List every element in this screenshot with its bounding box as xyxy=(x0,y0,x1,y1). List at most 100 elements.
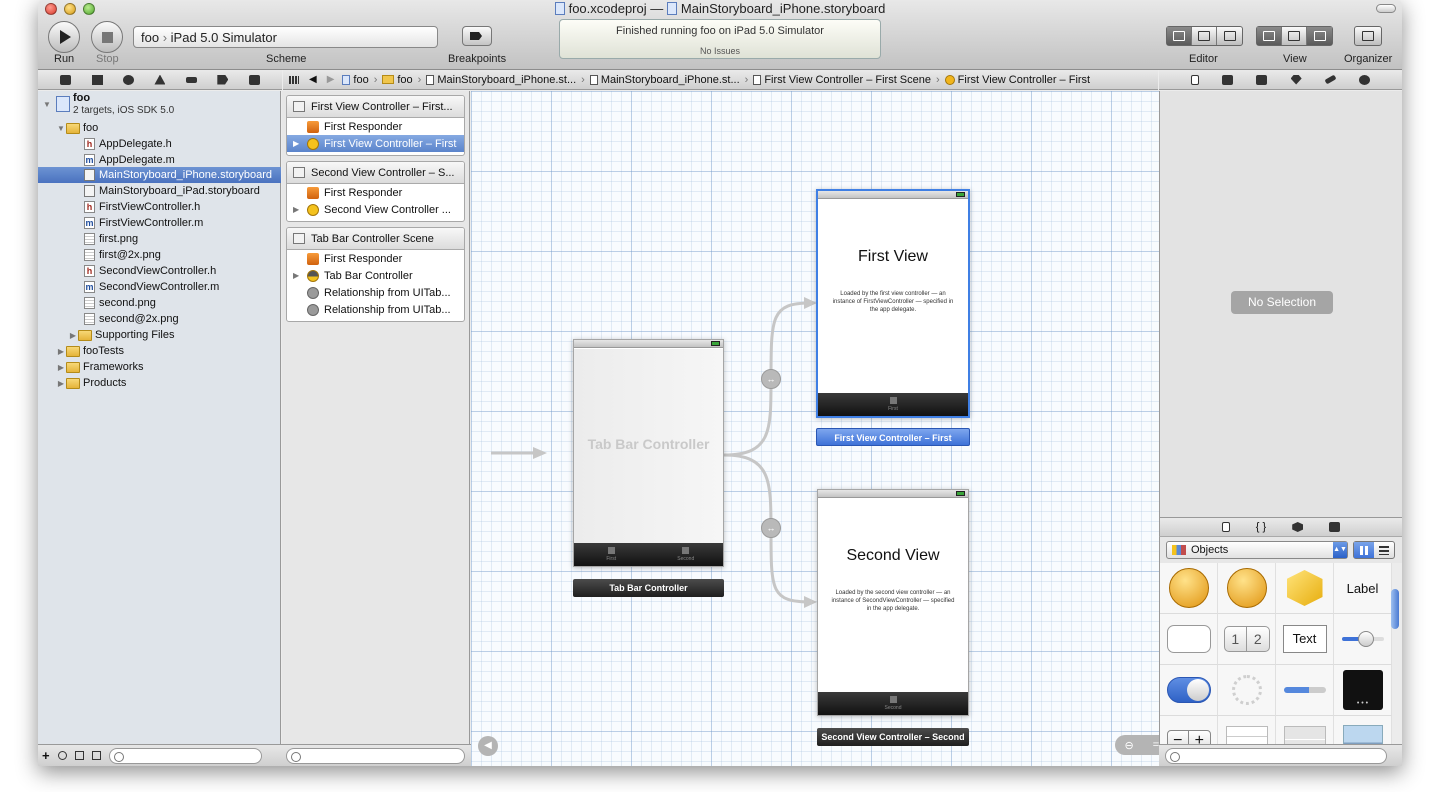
library-filter-field[interactable] xyxy=(1165,747,1387,764)
code-snippet-library-icon[interactable]: { } xyxy=(1256,521,1266,533)
jump-item-view-controller[interactable]: First View Controller – First xyxy=(944,74,1090,86)
disclosure-closed-icon[interactable]: ▶ xyxy=(56,363,66,372)
library-item-object[interactable] xyxy=(1218,563,1276,614)
outline-filter-field[interactable] xyxy=(286,747,465,764)
connections-inspector-icon[interactable] xyxy=(1359,74,1371,85)
outline-row[interactable]: First Responder xyxy=(287,184,464,201)
run-button[interactable] xyxy=(48,21,80,53)
outline-row[interactable]: ▶ Second View Controller ... xyxy=(287,201,464,218)
disclosure-closed-icon[interactable]: ▶ xyxy=(56,379,66,388)
disclosure-closed-icon[interactable]: ▶ xyxy=(56,347,66,356)
stop-button[interactable] xyxy=(91,21,123,53)
outline-row-selected[interactable]: ▶ First View Controller – First xyxy=(287,135,464,152)
tree-item-file[interactable]: second@2x.png xyxy=(38,311,281,327)
tree-item-file[interactable]: first@2x.png xyxy=(38,247,281,263)
library-item-activity-indicator[interactable] xyxy=(1218,665,1276,716)
standard-editor-button[interactable] xyxy=(1167,27,1192,45)
scene-header[interactable]: Second View Controller – S... xyxy=(287,162,464,184)
outline-row[interactable]: Relationship from UITab... xyxy=(287,284,464,301)
tree-item-file[interactable]: m AppDelegate.m xyxy=(38,152,281,168)
library-item-round-rect-button[interactable] xyxy=(1160,614,1218,665)
tree-item-file[interactable]: h AppDelegate.h xyxy=(38,136,281,152)
project-root-row[interactable]: ▼ foo 2 targets, iOS SDK 5.0 xyxy=(38,91,281,123)
tree-item-footests[interactable]: ▶ fooTests xyxy=(38,343,281,359)
tree-item-products[interactable]: ▶ Products xyxy=(38,375,281,391)
jump-item-project[interactable]: foo xyxy=(342,74,369,86)
disclosure-closed-icon[interactable]: ▶ xyxy=(293,271,302,280)
grid-view-icon[interactable] xyxy=(1354,542,1374,558)
outline-row[interactable]: ▶ Tab Bar Controller xyxy=(287,267,464,284)
library-item-view-controller[interactable] xyxy=(1160,563,1218,614)
first-view-controller-label[interactable]: First View Controller – First xyxy=(816,428,970,446)
tree-item-file[interactable]: first.png xyxy=(38,231,281,247)
scene-header[interactable]: First View Controller – First... xyxy=(287,96,464,118)
zoom-out-icon[interactable]: ⊖ xyxy=(1125,739,1134,752)
size-inspector-icon[interactable] xyxy=(1324,74,1337,85)
tree-item-file[interactable]: MainStoryboard_iPad.storyboard xyxy=(38,183,281,199)
object-library-icon[interactable] xyxy=(1292,522,1304,532)
project-navigator-icon[interactable] xyxy=(60,74,72,85)
tab-bar-controller-label[interactable]: Tab Bar Controller xyxy=(573,579,724,597)
tab-item-second[interactable]: Second xyxy=(818,692,968,715)
tree-item-frameworks[interactable]: ▶ Frameworks xyxy=(38,359,281,375)
identity-inspector-icon[interactable] xyxy=(1256,74,1268,85)
library-item-image-view[interactable] xyxy=(1334,716,1392,744)
unsaved-files-icon[interactable] xyxy=(91,751,101,760)
second-view-controller-label[interactable]: Second View Controller – Second xyxy=(817,728,969,746)
library-item-segmented-control[interactable]: 12 xyxy=(1218,614,1276,665)
disclosure-closed-icon[interactable]: ▶ xyxy=(68,331,78,340)
scene-header[interactable]: Tab Bar Controller Scene xyxy=(287,228,464,250)
library-filter-select[interactable]: Objects ▲▼ xyxy=(1166,541,1348,559)
symbol-navigator-icon[interactable] xyxy=(91,74,103,85)
tab-item-second[interactable]: Second xyxy=(649,543,724,566)
attributes-inspector-icon[interactable] xyxy=(1290,74,1302,85)
organizer-button[interactable] xyxy=(1354,26,1382,46)
library-item-stepper[interactable]: − + xyxy=(1160,716,1218,744)
media-library-icon[interactable] xyxy=(1329,522,1341,532)
tree-item-file[interactable]: second.png xyxy=(38,295,281,311)
toggle-debug-area-button[interactable] xyxy=(1282,27,1307,45)
outline-row[interactable]: Relationship from UITab... xyxy=(287,301,464,318)
scm-status-icon[interactable] xyxy=(74,751,84,760)
log-navigator-icon[interactable] xyxy=(248,74,260,85)
library-item-table-view-cell[interactable] xyxy=(1276,716,1334,744)
breakpoints-button[interactable] xyxy=(462,26,492,46)
segue-relationship-second[interactable]: ↔ xyxy=(761,518,781,538)
related-items-icon[interactable] xyxy=(289,75,299,84)
library-item-cube[interactable] xyxy=(1276,563,1334,614)
library-item-page-control[interactable] xyxy=(1334,665,1392,716)
disclosure-open-icon[interactable]: ▼ xyxy=(56,124,66,133)
tree-item-file-selected[interactable]: MainStoryboard_iPhone.storyboard xyxy=(38,167,281,183)
toolbar-toggle-button[interactable] xyxy=(1376,4,1396,13)
navigator-filter-field[interactable] xyxy=(108,747,262,764)
breakpoint-navigator-icon[interactable] xyxy=(217,74,229,85)
add-icon[interactable]: + xyxy=(42,748,50,763)
tree-item-file[interactable]: m FirstViewController.m xyxy=(38,215,281,231)
disclosure-open-icon[interactable]: ▼ xyxy=(42,100,52,109)
editor-mode-control[interactable] xyxy=(1166,26,1243,46)
recent-files-icon[interactable] xyxy=(57,751,67,760)
tree-item-supporting-files[interactable]: ▶ Supporting Files xyxy=(38,327,281,343)
library-item-progress-view[interactable] xyxy=(1276,665,1334,716)
tab-bar-controller-scene[interactable]: Tab Bar Controller First Second xyxy=(573,339,724,567)
library-scrollbar[interactable] xyxy=(1390,567,1400,741)
toggle-navigator-button[interactable] xyxy=(1257,27,1282,45)
outline-row[interactable]: First Responder xyxy=(287,118,464,135)
disclosure-closed-icon[interactable]: ▶ xyxy=(293,139,302,148)
canvas-back-button[interactable]: ◀ xyxy=(478,736,498,756)
library-item-slider[interactable] xyxy=(1334,614,1392,665)
scrollbar-thumb[interactable] xyxy=(1391,589,1399,629)
file-inspector-icon[interactable] xyxy=(1190,74,1199,85)
library-item-switch[interactable] xyxy=(1160,665,1218,716)
library-view-toggle[interactable] xyxy=(1353,541,1395,559)
toggle-utilities-button[interactable] xyxy=(1307,27,1332,45)
tab-item-first[interactable]: First xyxy=(818,393,968,416)
tree-item-foo-group[interactable]: ▼ foo xyxy=(38,120,281,136)
issue-navigator-icon[interactable] xyxy=(154,74,166,85)
scheme-selector[interactable]: foo › iPad 5.0 Simulator xyxy=(133,26,438,48)
outline-row[interactable]: First Responder xyxy=(287,250,464,267)
view-control[interactable] xyxy=(1256,26,1333,46)
storyboard-canvas[interactable]: ↔ ↔ Tab Bar Controller First Second Tab … xyxy=(471,91,1159,766)
quick-help-icon[interactable] xyxy=(1221,74,1233,85)
file-template-library-icon[interactable] xyxy=(1221,522,1230,532)
